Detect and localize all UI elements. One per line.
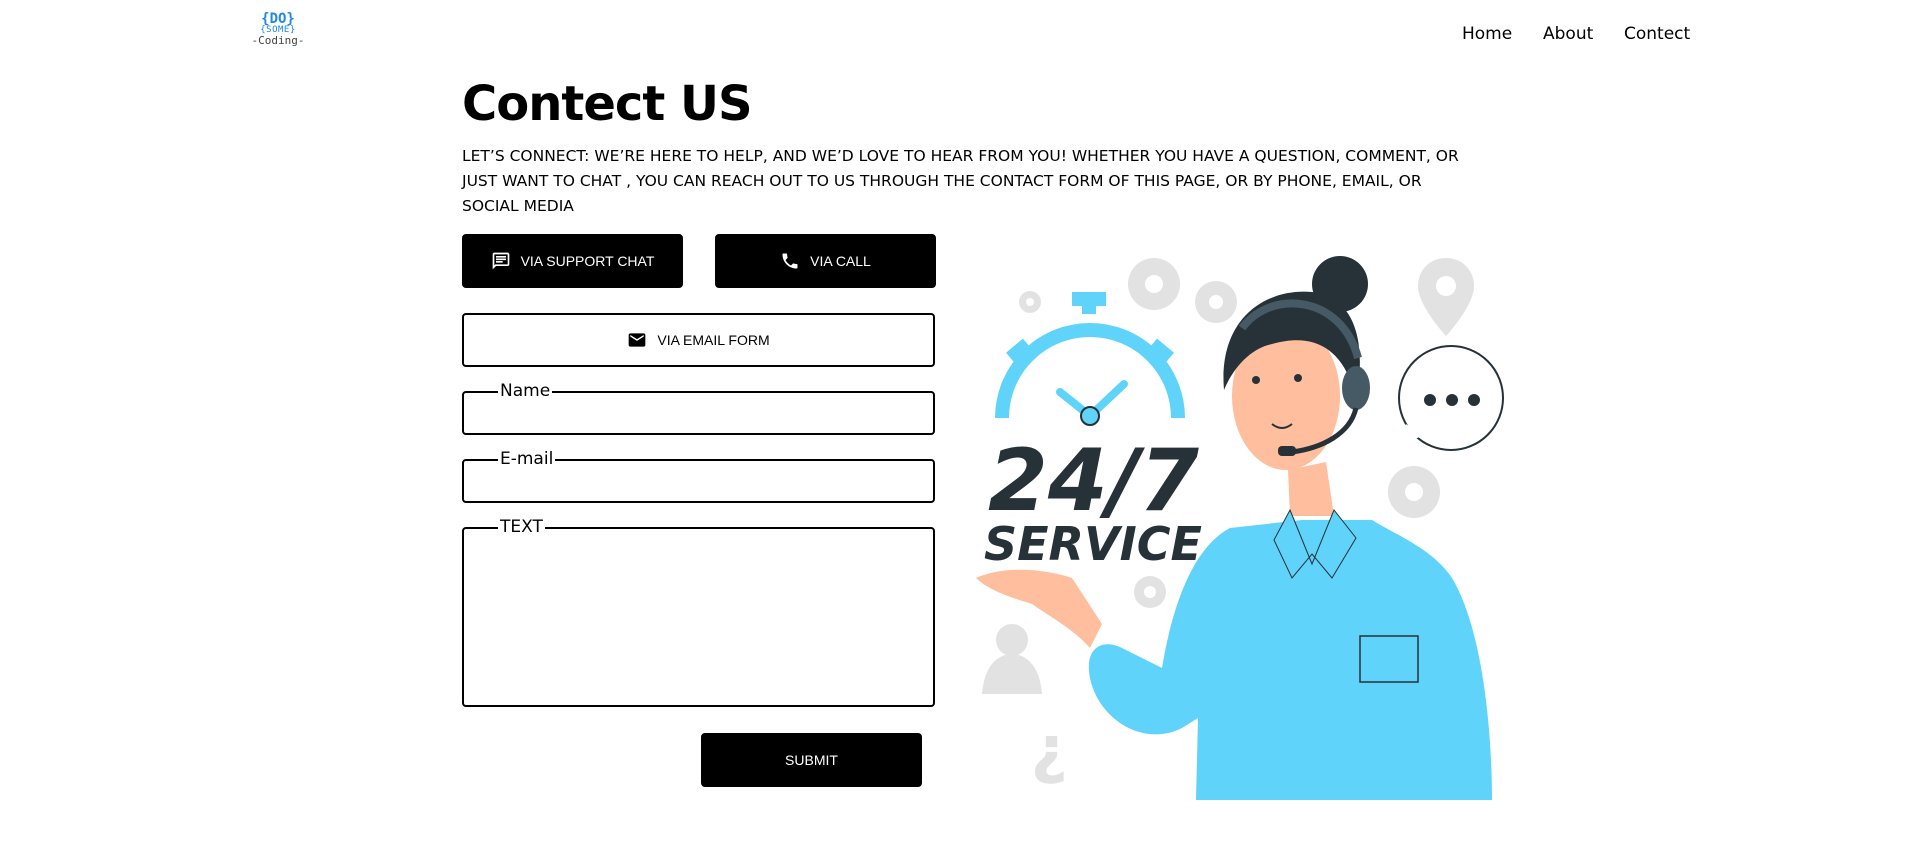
nav-contect[interactable]: Contect [1624, 24, 1690, 44]
chat-icon [491, 251, 511, 271]
site-logo[interactable]: {DO} {SOME} -Coding- [250, 12, 306, 56]
via-call-label: VIA CALL [810, 253, 871, 269]
nav-about[interactable]: About [1543, 24, 1593, 44]
gear-icon [1019, 291, 1041, 313]
gear-icon [1388, 466, 1440, 518]
name-input[interactable] [472, 401, 925, 427]
illustration-service-text: SERVICE [984, 517, 1202, 571]
question-mark-icon: ? [1031, 720, 1068, 794]
via-call-button[interactable]: VIA CALL [715, 234, 936, 288]
submit-label: SUBMIT [785, 752, 838, 768]
mail-icon [627, 330, 647, 350]
illustration-24-7-text: 24/7 [988, 431, 1199, 531]
email-field-label: E-mail [498, 448, 556, 470]
via-email-form-button[interactable]: VIA EMAIL FORM [462, 313, 935, 367]
name-field: Name [462, 380, 935, 435]
via-support-chat-button[interactable]: VIA SUPPORT CHAT [462, 234, 683, 288]
phone-icon [780, 251, 800, 271]
gear-icon [1128, 258, 1180, 310]
submit-button[interactable]: SUBMIT [701, 733, 922, 787]
text-field: TEXT [462, 516, 935, 707]
page-description: LET’S CONNECT: WE’RE HERE TO HELP, AND W… [462, 147, 1459, 215]
logo-line-3: -Coding- [251, 34, 305, 47]
email-input[interactable] [472, 469, 925, 495]
nav-home[interactable]: Home [1462, 24, 1512, 44]
email-field: E-mail [462, 448, 935, 503]
speech-bubble-icon [1398, 345, 1504, 451]
text-field-label: TEXT [498, 516, 545, 538]
via-email-form-label: VIA EMAIL FORM [657, 332, 770, 348]
via-support-chat-label: VIA SUPPORT CHAT [520, 253, 655, 269]
gear-icon [1195, 281, 1237, 323]
message-textarea[interactable] [472, 537, 925, 699]
location-pin-icon [1418, 258, 1474, 336]
name-field-label: Name [498, 380, 553, 402]
page-title: Contect US [462, 76, 753, 132]
user-icon [982, 624, 1042, 694]
gear-icon [1134, 576, 1166, 608]
support-agent-illustration: ? 24/7 SERVICE [976, 256, 1504, 800]
logo-line-1: {DO} [261, 11, 295, 27]
